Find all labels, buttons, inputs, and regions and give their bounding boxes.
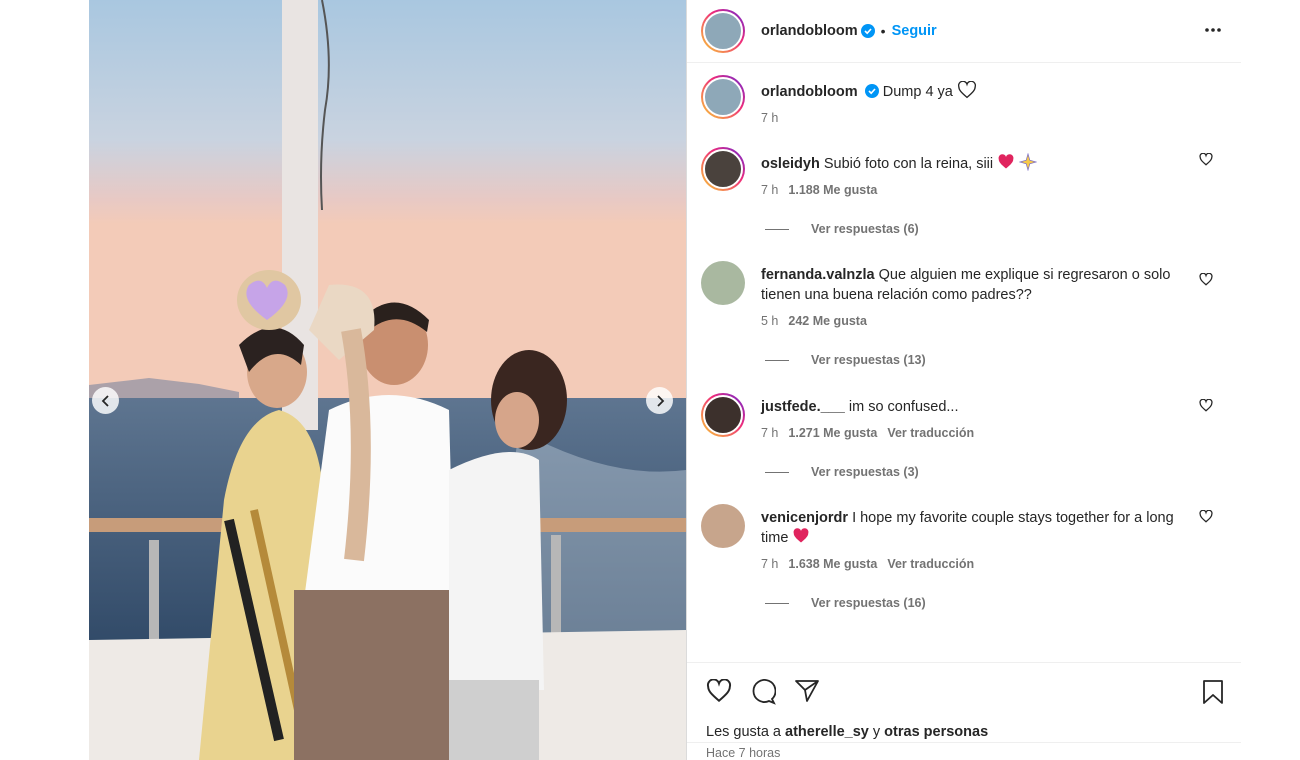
comment-bubble-icon[interactable] <box>750 679 776 705</box>
replies-label: Ver respuestas (6) <box>811 222 919 236</box>
replies-line <box>765 228 789 230</box>
comment-text: Subió foto con la reina, siii <box>823 156 994 172</box>
verified-badge-icon <box>860 24 875 38</box>
replies-label: Ver respuestas (3) <box>811 465 919 479</box>
comment-time[interactable]: 5 h <box>761 314 778 328</box>
view-replies-button[interactable]: Ver respuestas (13) <box>765 353 926 367</box>
post-media[interactable] <box>89 0 686 760</box>
share-paper-plane-icon[interactable] <box>794 679 820 703</box>
likes-summary: Les gusta a atherelle_sy y otras persona… <box>687 724 1241 740</box>
bookmark-icon[interactable] <box>1202 679 1224 705</box>
post-photo <box>89 0 686 760</box>
replies-line <box>765 471 789 473</box>
more-horizontal-icon[interactable] <box>1203 20 1223 40</box>
chevron-left-icon <box>101 394 109 407</box>
heart-outline-icon <box>957 80 976 99</box>
separator-dot: • <box>880 23 886 39</box>
avatar-image <box>703 77 743 117</box>
comment-row: justfede.___ im so confused... 7 h 1.271 … <box>701 393 1227 443</box>
comment-likes[interactable]: 1.638 Me gusta <box>788 557 877 571</box>
like-comment-heart-icon[interactable] <box>1199 273 1213 286</box>
comment-text: im so confused... <box>848 399 959 415</box>
replies-line <box>765 602 789 604</box>
red-heart-icon <box>794 528 809 543</box>
commenter-avatar[interactable] <box>701 504 745 548</box>
translate-link[interactable]: Ver traducción <box>887 557 974 571</box>
replies-label: Ver respuestas (16) <box>811 596 926 610</box>
verified-badge-icon <box>864 84 879 98</box>
post-container: orlandobloom • Seguir orlandobloom Dump … <box>89 0 1241 760</box>
like-comment-heart-icon[interactable] <box>1199 399 1213 412</box>
commenter-avatar[interactable] <box>701 261 745 305</box>
comment-likes[interactable]: 1.188 Me gusta <box>788 183 877 197</box>
avatar-image <box>701 504 745 548</box>
comment-row: venicenjordr I hope my favorite couple s… <box>701 504 1227 574</box>
like-comment-heart-icon[interactable] <box>1199 510 1213 523</box>
comments-list[interactable]: orlandobloom Dump 4 ya 7 h osleidyh Subi… <box>687 63 1241 662</box>
comment-time[interactable]: 7 h <box>761 183 778 197</box>
likes-connector: y <box>872 724 881 740</box>
commenter-avatar[interactable] <box>701 147 745 191</box>
caption-time[interactable]: 7 h <box>761 111 778 125</box>
view-replies-button[interactable]: Ver respuestas (6) <box>765 222 919 236</box>
post-header: orlandobloom • Seguir <box>687 0 1241 63</box>
comment-row: osleidyh Subió foto con la reina, siii 7… <box>701 147 1227 200</box>
next-photo-button[interactable] <box>646 387 673 414</box>
replies-label: Ver respuestas (13) <box>811 353 926 367</box>
comment-likes[interactable]: 242 Me gusta <box>788 314 867 328</box>
likes-others-link[interactable]: otras personas <box>884 724 988 740</box>
previous-photo-button[interactable] <box>92 387 119 414</box>
author-avatar[interactable] <box>701 9 745 53</box>
caption-username[interactable]: orlandobloom <box>761 84 858 100</box>
posted-time[interactable]: Hace 7 horas <box>687 740 1241 760</box>
sparkles-icon <box>1018 152 1038 172</box>
view-replies-button[interactable]: Ver respuestas (16) <box>765 596 926 610</box>
commenter-username[interactable]: fernanda.valnzla <box>761 267 875 283</box>
avatar-image <box>703 11 743 51</box>
avatar-image <box>703 395 743 435</box>
likes-user-link[interactable]: atherelle_sy <box>785 724 869 740</box>
like-comment-heart-icon[interactable] <box>1199 153 1213 166</box>
likes-prefix: Les gusta a <box>706 724 781 740</box>
comment-time[interactable]: 7 h <box>761 426 778 440</box>
like-heart-icon[interactable] <box>706 679 732 703</box>
follow-button[interactable]: Seguir <box>892 23 937 39</box>
view-replies-button[interactable]: Ver respuestas (3) <box>765 465 919 479</box>
avatar-image <box>703 149 743 189</box>
divider <box>687 742 1241 743</box>
action-bar <box>687 662 1241 724</box>
comment-likes[interactable]: 1.271 Me gusta <box>788 426 877 440</box>
caption-text: Dump 4 ya <box>882 84 953 100</box>
red-heart-icon <box>998 154 1014 169</box>
commenter-username[interactable]: venicenjordr <box>761 510 848 526</box>
commenter-avatar[interactable] <box>701 393 745 437</box>
translate-link[interactable]: Ver traducción <box>887 426 974 440</box>
author-username[interactable]: orlandobloom <box>761 23 858 39</box>
caption-row: orlandobloom Dump 4 ya 7 h <box>701 75 1227 128</box>
comment-row: fernanda.valnzla Que alguien me explique… <box>701 261 1227 331</box>
comment-time[interactable]: 7 h <box>761 557 778 571</box>
avatar-image <box>701 261 745 305</box>
replies-line <box>765 359 789 361</box>
post-sidebar: orlandobloom • Seguir orlandobloom Dump … <box>686 0 1241 760</box>
caption-avatar[interactable] <box>701 75 745 119</box>
chevron-right-icon <box>656 394 664 407</box>
commenter-username[interactable]: justfede.___ <box>761 399 845 415</box>
commenter-username[interactable]: osleidyh <box>761 156 820 172</box>
